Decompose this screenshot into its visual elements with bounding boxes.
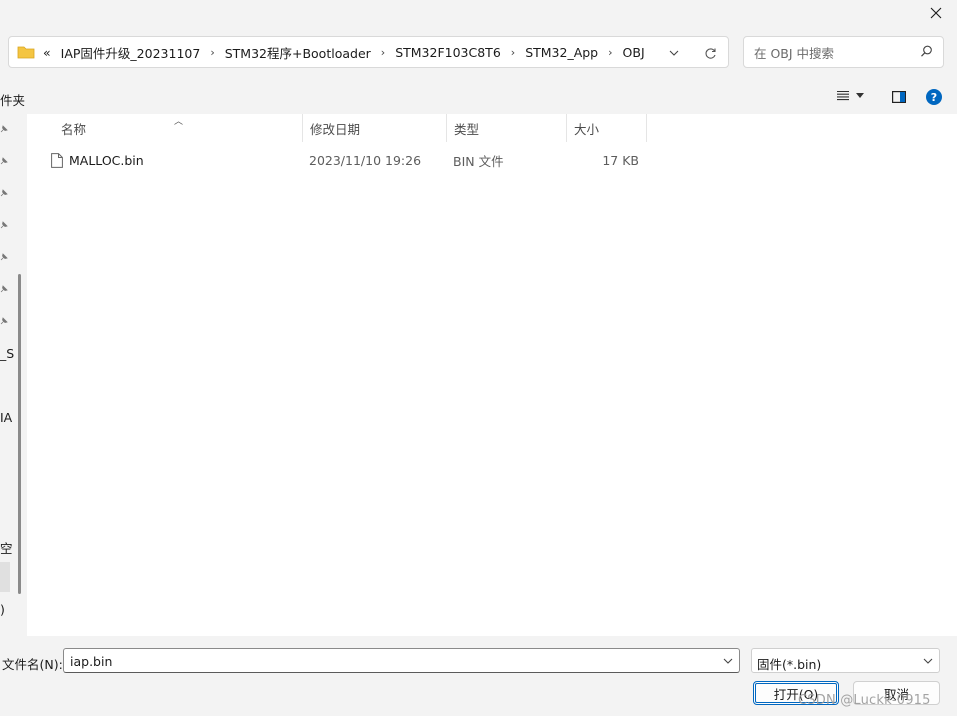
help-icon[interactable]: ? — [926, 89, 942, 105]
address-bar[interactable]: « IAP固件升级_20231107 › STM32程序+Bootloader … — [8, 36, 729, 68]
nav-scrollbar[interactable] — [18, 274, 21, 594]
watermark: CSDN @Luckk-0915 — [798, 693, 931, 708]
folder-icon — [17, 46, 35, 59]
toolbar — [0, 82, 957, 114]
close-button[interactable] — [921, 0, 951, 26]
column-header-size[interactable]: 大小 — [567, 114, 647, 142]
column-header-label: 修改日期 — [310, 121, 361, 137]
search-icon[interactable] — [920, 45, 933, 58]
chevron-right-icon: › — [608, 45, 613, 59]
breadcrumb-item[interactable]: STM32程序+Bootloader — [223, 43, 373, 62]
file-type: BIN 文件 — [453, 153, 504, 169]
file-date: 2023/11/10 19:26 — [309, 152, 422, 168]
chevron-right-icon: › — [210, 45, 215, 59]
breadcrumb-item[interactable]: STM32F103C8T6 — [393, 45, 503, 60]
file-name: MALLOC.bin — [69, 152, 144, 168]
refresh-icon — [705, 47, 716, 59]
preview-pane-icon — [892, 91, 906, 103]
nav-item[interactable]: _S — [0, 346, 14, 361]
pin-icon[interactable] — [0, 124, 9, 134]
pin-icon[interactable] — [0, 252, 9, 262]
search-box — [743, 36, 944, 68]
nav-item-selected[interactable] — [0, 562, 10, 592]
filetype-select[interactable]: 固件(*.bin) — [751, 648, 940, 673]
filename-combobox — [63, 648, 740, 673]
chevron-down-icon — [923, 658, 933, 664]
nav-item[interactable]: 空 — [0, 538, 13, 557]
chevron-right-icon: › — [380, 45, 386, 59]
chevron-down-icon — [669, 50, 679, 56]
file-icon — [51, 146, 63, 174]
breadcrumb-item[interactable]: STM32_App — [523, 45, 600, 60]
column-header-label: 名称 — [61, 121, 87, 137]
title-bar — [0, 0, 957, 26]
column-header-label: 大小 — [574, 121, 600, 137]
breadcrumb-item[interactable]: IAP固件升级_20231107 — [59, 43, 203, 62]
breadcrumb: « IAP固件升级_20231107 › STM32程序+Bootloader … — [17, 37, 647, 67]
column-header-label: 类型 — [454, 121, 480, 137]
file-list: 名称 ︿ 修改日期 类型 大小 MALLOC.bin 2023/11/10 19… — [27, 114, 957, 636]
chevron-down-icon[interactable] — [723, 658, 733, 664]
pin-icon[interactable] — [0, 220, 9, 230]
view-options-button[interactable] — [836, 90, 864, 101]
chevron-down-icon — [856, 93, 864, 98]
table-row[interactable]: MALLOC.bin 2023/11/10 19:26 BIN 文件 17 KB — [43, 146, 649, 174]
column-header-date[interactable]: 修改日期 — [303, 114, 447, 142]
pin-icon[interactable] — [0, 316, 9, 326]
nav-item[interactable]: IA — [0, 410, 12, 425]
filename-label: 文件名(N): — [2, 657, 63, 672]
chevron-right-icon: › — [510, 45, 516, 59]
pin-icon[interactable] — [0, 156, 9, 166]
new-folder-button[interactable]: 件夹 — [0, 90, 25, 109]
breadcrumb-overflow[interactable]: « — [41, 45, 53, 60]
nav-item[interactable]: ) — [0, 602, 5, 617]
pin-icon[interactable] — [0, 284, 9, 294]
address-history-button[interactable] — [663, 44, 685, 62]
preview-pane-button[interactable] — [890, 88, 908, 106]
navigation-pane: _S IA 空 ) — [0, 114, 27, 636]
refresh-button[interactable] — [699, 44, 721, 62]
file-size: 17 KB — [602, 152, 639, 168]
filetype-value: 固件(*.bin) — [757, 657, 822, 672]
column-header-type[interactable]: 类型 — [447, 114, 567, 142]
close-icon — [930, 7, 942, 19]
view-list-icon — [837, 90, 849, 101]
sort-ascending-icon: ︿ — [174, 117, 184, 127]
filename-input[interactable] — [68, 652, 712, 671]
breadcrumb-item[interactable]: OBJ — [621, 45, 647, 60]
search-input[interactable] — [752, 43, 916, 63]
pin-icon[interactable] — [0, 188, 9, 198]
